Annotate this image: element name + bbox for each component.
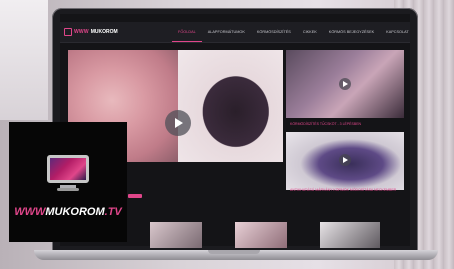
background-window <box>0 0 48 120</box>
side-video-card[interactable] <box>286 132 404 190</box>
play-icon[interactable] <box>339 154 351 166</box>
nav-item-nail-art[interactable]: KÖRMÖSDÍSZÍTÉS <box>251 22 297 42</box>
site-logo-www: WWW <box>74 29 89 35</box>
site-logo[interactable]: WWW MUKOROM <box>64 27 118 37</box>
brand-logo-www: WWW <box>14 206 46 218</box>
tv-logo-icon <box>47 155 89 191</box>
side-video-card[interactable] <box>286 50 404 118</box>
nav-item-posts[interactable]: KÖRMÖS BEJEGYZÉSEK <box>323 22 380 42</box>
nav-item-contact[interactable]: KAPCSOLAT <box>380 22 410 42</box>
side-video-title[interactable]: ANTIKHATÁSÚ MÁRVÁNY KÖRMÖK MÓDOSÍTÁSA NE… <box>290 188 396 192</box>
brand-logo-card: WWWMUKOROM.TV <box>9 122 127 242</box>
brand-logo-name: MUKOROM <box>45 206 105 218</box>
nav-item-basics[interactable]: ALAPFORMÁTUMOK <box>202 22 251 42</box>
thumbnail-video[interactable] <box>235 222 287 248</box>
nav-menu: FŐOLDAL ALAPFORMÁTUMOK KÖRMÖSDÍSZÍTÉS CI… <box>172 22 410 42</box>
play-icon[interactable] <box>165 110 191 136</box>
tv-stand-icon <box>57 188 79 191</box>
laptop-notch <box>208 250 260 254</box>
nav-item-home[interactable]: FŐOLDAL <box>172 22 202 42</box>
brand-logo-domain: .TV <box>104 206 122 218</box>
site-navbar: WWW MUKOROM FŐOLDAL ALAPFORMÁTUMOK KÖRMÖ… <box>60 22 410 43</box>
brand-logo-text: WWWMUKOROM.TV <box>9 202 127 220</box>
category-tag[interactable] <box>128 194 142 198</box>
nail-photo-dark <box>178 50 283 162</box>
play-icon[interactable] <box>339 78 351 90</box>
thumbnail-video[interactable] <box>320 222 380 248</box>
side-video-title[interactable]: KÖRMÖDÍSZÍTÉS TŰCSKÖT - 3 LÉPÉSBEN <box>290 122 361 126</box>
tv-logo-icon <box>64 28 72 36</box>
nav-item-articles[interactable]: CIKKEK <box>297 22 323 42</box>
site-logo-brand: MUKOROM <box>90 29 118 35</box>
thumbnail-video[interactable] <box>150 222 202 248</box>
